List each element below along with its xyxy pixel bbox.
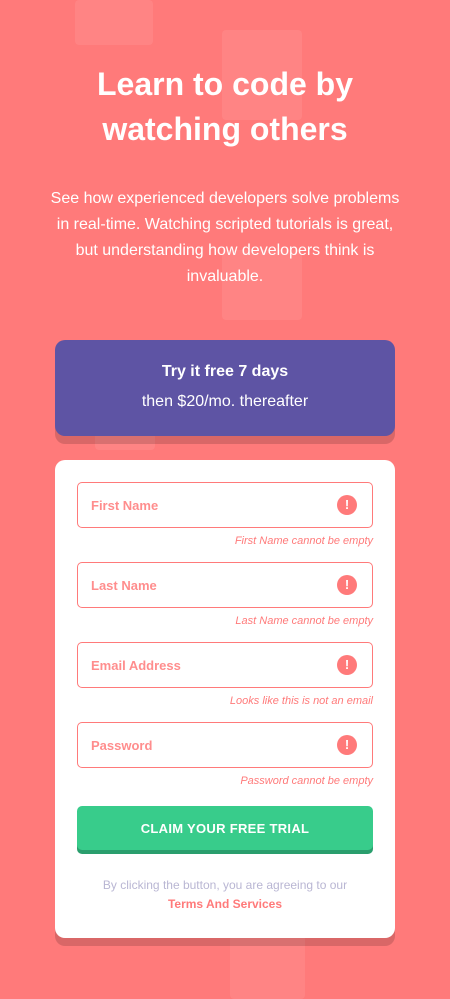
first-name-error: First Name cannot be empty xyxy=(234,535,373,547)
terms-notice: By clicking the button, you are agreeing… xyxy=(77,876,373,914)
email-field-group: ! Looks like this is not an email xyxy=(77,642,373,708)
error-icon: ! xyxy=(337,575,357,595)
intro-text: See how experienced developers solve pro… xyxy=(50,190,400,285)
terms-text: By clicking the button, you are agreeing… xyxy=(102,878,348,892)
claim-trial-button[interactable]: CLAIM YOUR FREE TRIAL xyxy=(77,806,373,850)
page-title: Learn to code by watching others xyxy=(96,66,354,147)
trial-banner-bold: Try it free 7 days xyxy=(161,363,289,380)
signup-form: ! First Name cannot be empty ! Last Name… xyxy=(55,460,395,938)
terms-link[interactable]: Terms And Services xyxy=(77,895,373,914)
email-error: Looks like this is not an email xyxy=(229,695,373,707)
last-name-field-group: ! Last Name cannot be empty xyxy=(77,562,373,628)
page-container: Learn to code by watching others See how… xyxy=(0,0,450,938)
last-name-error: Last Name cannot be empty xyxy=(235,615,373,627)
first-name-field-group: ! First Name cannot be empty xyxy=(77,482,373,548)
background-decoration xyxy=(230,935,305,999)
trial-banner: Try it free 7 days then $20/mo. thereaft… xyxy=(55,340,395,436)
password-input[interactable] xyxy=(77,722,373,768)
first-name-input[interactable] xyxy=(77,482,373,528)
trial-banner-price: then $20/mo. thereafter xyxy=(141,393,309,410)
error-icon: ! xyxy=(337,495,357,515)
error-icon: ! xyxy=(337,655,357,675)
password-field-group: ! Password cannot be empty xyxy=(77,722,373,788)
password-error: Password cannot be empty xyxy=(240,775,373,787)
error-icon: ! xyxy=(337,735,357,755)
email-input[interactable] xyxy=(77,642,373,688)
last-name-input[interactable] xyxy=(77,562,373,608)
